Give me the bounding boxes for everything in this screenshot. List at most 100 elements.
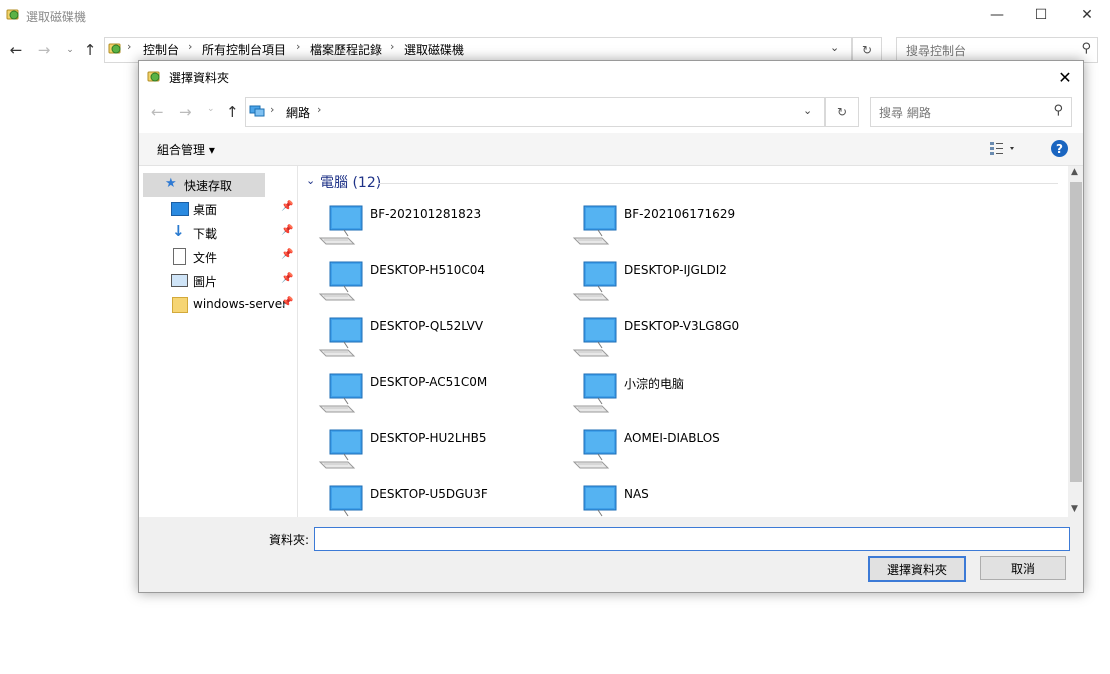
dialog-address-bar[interactable]: › 網路 › ⌄: [245, 97, 825, 127]
computer-icon: [318, 205, 363, 245]
breadcrumb-control-panel[interactable]: 控制台: [143, 41, 179, 58]
computer-item[interactable]: DESKTOP-H510C04: [318, 261, 568, 312]
recent-dropdown[interactable]: ⌄: [60, 40, 80, 60]
group-collapse-icon[interactable]: ⌄: [306, 174, 315, 187]
nav-item-quick-access[interactable]: ★ 快速存取: [143, 173, 265, 197]
dialog-refresh-button[interactable]: ↻: [825, 97, 859, 127]
dialog-back-button[interactable]: ←: [151, 103, 164, 121]
dialog-recent-dropdown[interactable]: ⌄: [207, 104, 215, 114]
computer-item[interactable]: NAS: [572, 485, 822, 517]
vertical-scrollbar[interactable]: ▲ ▼: [1068, 166, 1082, 517]
group-divider: [378, 183, 1058, 184]
maximize-button[interactable]: ☐: [1018, 0, 1064, 30]
search-icon: ⚲: [1081, 41, 1091, 56]
nav-item-downloads[interactable]: ↓ 下載 📌: [139, 221, 297, 245]
search-icon: ⚲: [1053, 103, 1063, 118]
nav-label: 桌面: [193, 203, 218, 217]
computer-name: DESKTOP-U5DGU3F: [370, 487, 488, 501]
address-separator: ›: [270, 103, 275, 116]
scroll-down-icon[interactable]: ▼: [1071, 504, 1078, 514]
control-panel-icon: [108, 41, 122, 55]
computer-name: DESKTOP-AC51C0M: [370, 375, 488, 389]
computer-icon: [572, 317, 617, 357]
up-button[interactable]: ↑: [80, 40, 100, 60]
group-header[interactable]: 電腦 (12): [320, 172, 381, 192]
computer-item[interactable]: BF-202101281823: [318, 205, 568, 256]
breadcrumb-file-history[interactable]: 檔案歷程記錄: [310, 41, 382, 58]
navigation-pane: ★ 快速存取 桌面 📌 ↓ 下載 📌 文件 📌 圖片 📌 windows-ser…: [139, 166, 298, 517]
breadcrumb-separator: ›: [296, 40, 301, 53]
nav-label: 文件: [193, 251, 218, 265]
download-icon: ↓: [172, 222, 185, 240]
computer-icon: [318, 261, 363, 301]
computer-icon: [318, 317, 363, 357]
dialog-forward-button[interactable]: →: [179, 103, 192, 121]
nav-item-desktop[interactable]: 桌面 📌: [139, 197, 297, 221]
computer-name: NAS: [624, 487, 649, 501]
forward-button[interactable]: →: [34, 40, 54, 60]
breadcrumb-separator: ›: [127, 40, 132, 53]
breadcrumb-all-items[interactable]: 所有控制台項目: [202, 41, 286, 58]
computer-item[interactable]: DESKTOP-QL52LVV: [318, 317, 568, 368]
folder-label: 資料夾:: [269, 533, 310, 547]
picture-icon: [171, 274, 188, 287]
network-icon: [249, 103, 265, 119]
nav-item-pictures[interactable]: 圖片 📌: [139, 269, 297, 293]
window-title: 選取磁碟機: [26, 10, 87, 24]
computer-icon: [572, 373, 617, 413]
view-options-icon[interactable]: [989, 140, 1017, 156]
dialog-search-input[interactable]: 搜尋 網路 ⚲: [870, 97, 1072, 127]
dialog-title-bar: 選擇資料夾 ✕: [139, 61, 1083, 93]
pin-icon: 📌: [281, 225, 294, 236]
computer-icon: [583, 485, 617, 517]
computer-name: DESKTOP-V3LG8G0: [624, 319, 740, 333]
nav-item-documents[interactable]: 文件 📌: [139, 245, 297, 269]
computer-icon: [572, 261, 617, 301]
organize-menu[interactable]: 組合管理 ▾: [157, 141, 215, 158]
scroll-up-icon[interactable]: ▲: [1071, 167, 1078, 177]
computer-item[interactable]: DESKTOP-AC51C0M: [318, 373, 568, 424]
breadcrumb-separator: ›: [188, 40, 193, 53]
close-window-button[interactable]: ✕: [1064, 0, 1110, 30]
dialog-toolbar: [139, 133, 1083, 166]
cancel-button[interactable]: 取消: [980, 556, 1066, 580]
nav-label: windows-server: [193, 297, 288, 311]
select-folder-button[interactable]: 選擇資料夾: [868, 556, 966, 582]
pin-icon: 📌: [281, 201, 294, 212]
dialog-close-button[interactable]: ✕: [1053, 65, 1077, 89]
select-folder-dialog: 選擇資料夾 ✕ ← → ⌄ ↑ › 網路 › ⌄ ↻ 搜尋 網路 ⚲ 組合管理 …: [138, 60, 1084, 593]
address-dropdown-icon[interactable]: ⌄: [803, 104, 812, 117]
minimize-button[interactable]: —: [974, 0, 1020, 30]
address-dropdown-icon[interactable]: ⌄: [830, 41, 839, 54]
star-icon: ★: [165, 176, 177, 191]
computer-item[interactable]: DESKTOP-IJGLDI2: [572, 261, 822, 312]
search-placeholder: 搜尋控制台: [906, 44, 967, 58]
pin-icon: 📌: [281, 249, 294, 260]
computer-item[interactable]: DESKTOP-U5DGU3F: [318, 485, 568, 517]
help-button[interactable]: ?: [1051, 140, 1068, 157]
scrollbar-thumb[interactable]: [1070, 182, 1082, 482]
address-separator: ›: [317, 103, 322, 116]
content-pane: ⌄ 電腦 (12) BF-202101281823 BF-202106171629…: [298, 166, 1068, 517]
folder-input[interactable]: [314, 527, 1070, 551]
folder-icon: [172, 297, 188, 313]
back-button[interactable]: ←: [6, 40, 26, 60]
computer-item[interactable]: BF-202106171629: [572, 205, 822, 256]
computer-item[interactable]: AOMEI-DIABLOS: [572, 429, 822, 480]
computer-item[interactable]: DESKTOP-V3LG8G0: [572, 317, 822, 368]
nav-label: 快速存取: [184, 179, 233, 193]
computer-name: DESKTOP-HU2LHB5: [370, 431, 487, 445]
nav-label: 圖片: [193, 275, 218, 289]
dialog-up-button[interactable]: ↑: [226, 103, 239, 121]
computer-item[interactable]: DESKTOP-HU2LHB5: [318, 429, 568, 480]
computer-name: DESKTOP-IJGLDI2: [624, 263, 727, 277]
nav-item-windows-server[interactable]: windows-server 📌: [139, 293, 297, 317]
computer-item[interactable]: 小淙的电脑: [572, 373, 822, 424]
computer-icon: [318, 429, 363, 469]
computer-name: BF-202101281823: [370, 207, 482, 221]
nav-label: 下載: [193, 227, 218, 241]
address-network[interactable]: 網路: [286, 104, 310, 121]
computer-name: DESKTOP-QL52LVV: [370, 319, 484, 333]
breadcrumb-select-drive[interactable]: 選取磁碟機: [404, 41, 464, 58]
pin-icon: 📌: [281, 297, 294, 308]
